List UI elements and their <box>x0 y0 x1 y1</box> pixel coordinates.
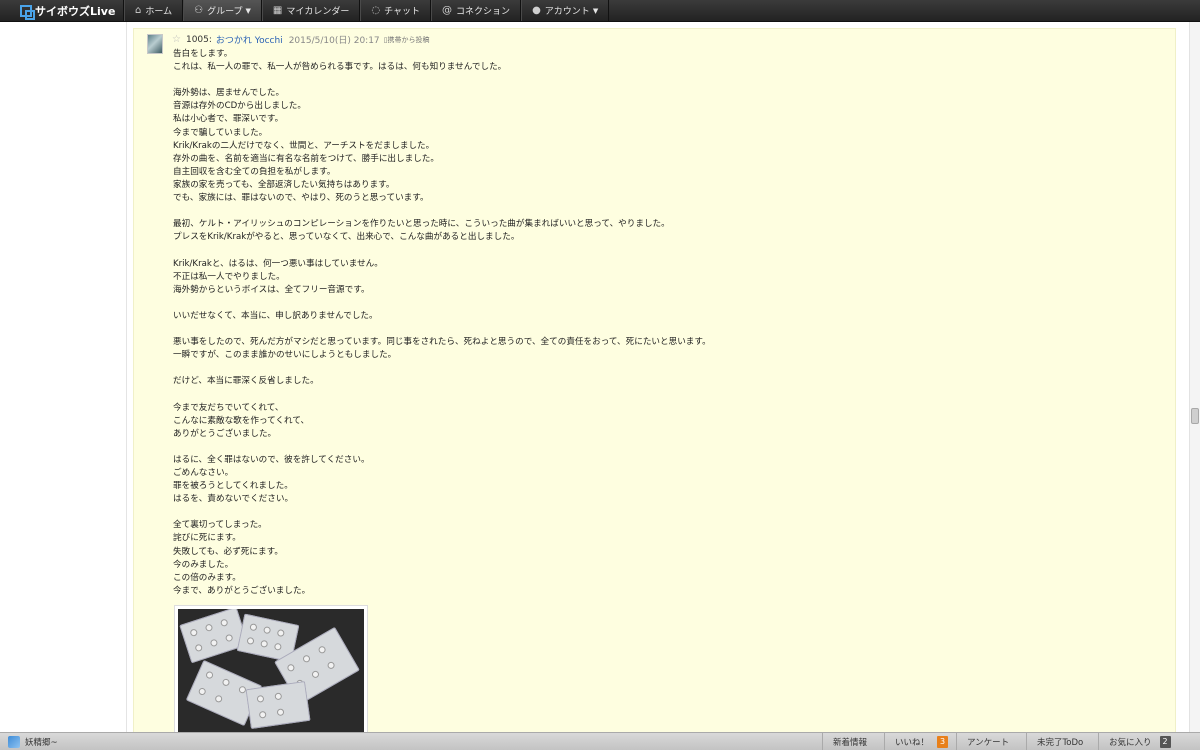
post-body-line: Krik/Krakの二人だけでなく、世間と、アーチストをだましました。 <box>173 140 435 151</box>
scrollbar-thumb[interactable] <box>1191 408 1199 424</box>
bottom-todo-label: 未完了ToDo <box>1037 737 1084 748</box>
bottom-like[interactable]: いいね！ 3 <box>884 732 956 750</box>
nav-account[interactable]: ● アカウント ▼ <box>521 0 610 21</box>
bottom-survey-label: アンケート <box>967 737 1010 748</box>
post-body-line: Krik/Krakと、はるは、何一つ悪い事はしていません。 <box>173 258 383 269</box>
post-body-line <box>173 441 1163 454</box>
post-body-line: 全て裏切ってしまった。 <box>173 520 267 531</box>
post-body-line: 存外の曲を、名前を適当に有名な名前をつけて、勝手に出しました。 <box>173 153 439 164</box>
content-divider <box>126 22 127 734</box>
current-user-name: 妖精郷~ <box>25 737 58 748</box>
post-body-line: 失敗しても、必ず死にます。 <box>173 546 283 557</box>
post-body: 告白をします。これは、私一人の罪で、私一人が咎められる事です。はるは、何も知りま… <box>173 48 1163 598</box>
logo-text: サイボウズLive <box>35 4 116 18</box>
nav-connection[interactable]: @ コネクション <box>431 0 522 21</box>
photo-image <box>178 609 364 734</box>
avatar[interactable] <box>147 34 163 54</box>
nav-chat-label: チャット <box>384 7 421 17</box>
post-body-line: だけど、本当に罪深く反省しました。 <box>173 376 319 387</box>
post-body-line: 最初、ケルト・アイリッシュのコンピレーションを作りたいと思った時に、こういった曲… <box>173 219 670 230</box>
nav-group-label: グループ <box>207 7 243 17</box>
bottom-like-label: いいね！ <box>895 737 930 748</box>
post-body-line: 家族の家を売っても、全部返済したい気持ちはあります。 <box>173 179 395 190</box>
at-icon: @ <box>442 5 453 16</box>
post-body-line: 悪い事をしたので、死んだ方がマシだと思っています。同じ事をされたら、死ねよと思う… <box>173 337 711 348</box>
logo[interactable]: サイボウズLive <box>0 0 124 21</box>
post-body-line <box>173 244 1163 257</box>
post-body-line: いいだせなくて、本当に、申し訳ありませんでした。 <box>173 310 378 321</box>
nav-calendar-label: マイカレンダー <box>286 7 350 17</box>
post-author-link[interactable]: おつかれ Yocchi <box>216 33 283 46</box>
favorites-count-badge: 2 <box>1159 735 1171 748</box>
bottom-bar: 妖精郷~ 新着情報 いいね！ 3 アンケート 未完了ToDo お気に入り 2 <box>0 732 1200 750</box>
chevron-down-icon: ▼ <box>592 6 599 15</box>
nav-chat[interactable]: ◌ チャット <box>360 0 432 21</box>
post-body-line <box>173 506 1163 519</box>
post-body-line <box>173 297 1163 310</box>
post-body-line: はるを、責めないでください。 <box>173 494 294 505</box>
post-body-line: 不正は私一人でやりました。 <box>173 271 285 282</box>
chevron-down-icon: ▼ <box>245 6 251 15</box>
nav-connection-label: コネクション <box>456 7 511 17</box>
logo-icon <box>20 4 35 20</box>
post-body-line <box>173 205 1163 218</box>
post-body-line <box>173 388 1163 401</box>
nav-home-label: ホーム <box>145 7 173 17</box>
bottom-news-label: 新着情報 <box>833 737 868 748</box>
bottom-favorites-label: お気に入り <box>1109 737 1152 748</box>
post-body-line: 詫びに死にます。 <box>173 533 241 544</box>
post-body-line: 海外勢からというボイスは、全てフリー音源です。 <box>173 284 370 295</box>
post-item: ☆ 1005: おつかれ Yocchi 2015/5/10(日) 20:17 ▯… <box>133 28 1176 735</box>
post-photo[interactable] <box>174 605 368 735</box>
post-number: 1005: <box>185 34 212 45</box>
post-via: 携帯から投稿 <box>387 35 430 44</box>
bottom-news[interactable]: 新着情報 <box>822 732 884 750</box>
post-body-line: 音源は存外のCDから出しました。 <box>173 101 306 112</box>
star-icon[interactable]: ☆ <box>172 34 181 45</box>
post-body-line: こんなに素敵な歌を作ってくれて、 <box>173 415 310 426</box>
post-date: 2015/5/10(日) 20:17 <box>288 36 380 46</box>
post-body-line: 海外勢は、居ませんでした。 <box>173 88 285 99</box>
like-count-badge: 3 <box>937 735 949 748</box>
home-icon: ⌂ <box>135 5 142 16</box>
post-body-line: この倍のみます。 <box>173 572 241 583</box>
post-body-line: 罪を被ろうとしてくれました。 <box>173 481 293 492</box>
nav-calendar[interactable]: ▦ マイカレンダー <box>261 0 361 21</box>
calendar-icon: ▦ <box>272 5 283 16</box>
post-body-line: 私は小心者で、罪深いです。 <box>173 114 284 125</box>
group-icon: ⚇ <box>194 5 204 16</box>
post-body-line: これは、私一人の罪で、私一人が咎められる事です。はるは、何も知りませんでした。 <box>173 62 507 73</box>
person-icon: ● <box>532 5 541 16</box>
post-body-line: 一瞬ですが、このまま誰かのせいにしようともしました。 <box>173 350 397 361</box>
post-body-line: 告白をします。 <box>173 49 233 59</box>
post-body-line <box>173 362 1163 375</box>
post-body-line: 今まで友だちでいてくれて、 <box>173 402 284 413</box>
current-user[interactable]: 妖精郷~ <box>0 735 822 748</box>
post-body-line: 今まで、ありがとうございました。 <box>173 585 311 596</box>
bottom-favorites[interactable]: お気に入り 2 <box>1098 732 1200 750</box>
post-body-line <box>173 74 1163 87</box>
nav-group[interactable]: ⚇ グループ ▼ <box>183 0 262 21</box>
bottom-todo[interactable]: 未完了ToDo <box>1026 732 1098 750</box>
post-body-line <box>173 323 1163 336</box>
post-body-line: 今まで騙していました。 <box>173 127 268 138</box>
post-header: ☆ 1005: おつかれ Yocchi 2015/5/10(日) 20:17 ▯… <box>172 33 430 46</box>
post-body-line: はるに、全く罪はないので、彼を許してください。 <box>173 454 370 465</box>
post-body-line: 今のみました。 <box>173 559 234 570</box>
post-body-line: プレスをKrik/Krakがやると、思っていなくて、出来心で、こんな曲があると出… <box>173 232 520 243</box>
post-body-line: でも、家族には、罪はないので、やはり、死のうと思っています。 <box>173 193 429 204</box>
user-icon <box>8 735 20 748</box>
nav-account-label: アカウント <box>544 7 590 17</box>
bottom-survey[interactable]: アンケート <box>956 732 1026 750</box>
nav-home[interactable]: ⌂ ホーム <box>124 0 184 21</box>
vertical-scrollbar[interactable] <box>1189 22 1200 734</box>
post-body-line: 自主回収を含む全ての負担を私がします。 <box>173 166 336 177</box>
post-body-line: ありがとうございました。 <box>173 428 277 439</box>
chat-icon: ◌ <box>371 5 381 16</box>
top-navigation-bar: サイボウズLive ⌂ ホーム ⚇ グループ ▼ ▦ マイカレンダー ◌ チャッ… <box>0 0 1200 22</box>
post-body-line: ごめんなさい。 <box>173 468 234 478</box>
